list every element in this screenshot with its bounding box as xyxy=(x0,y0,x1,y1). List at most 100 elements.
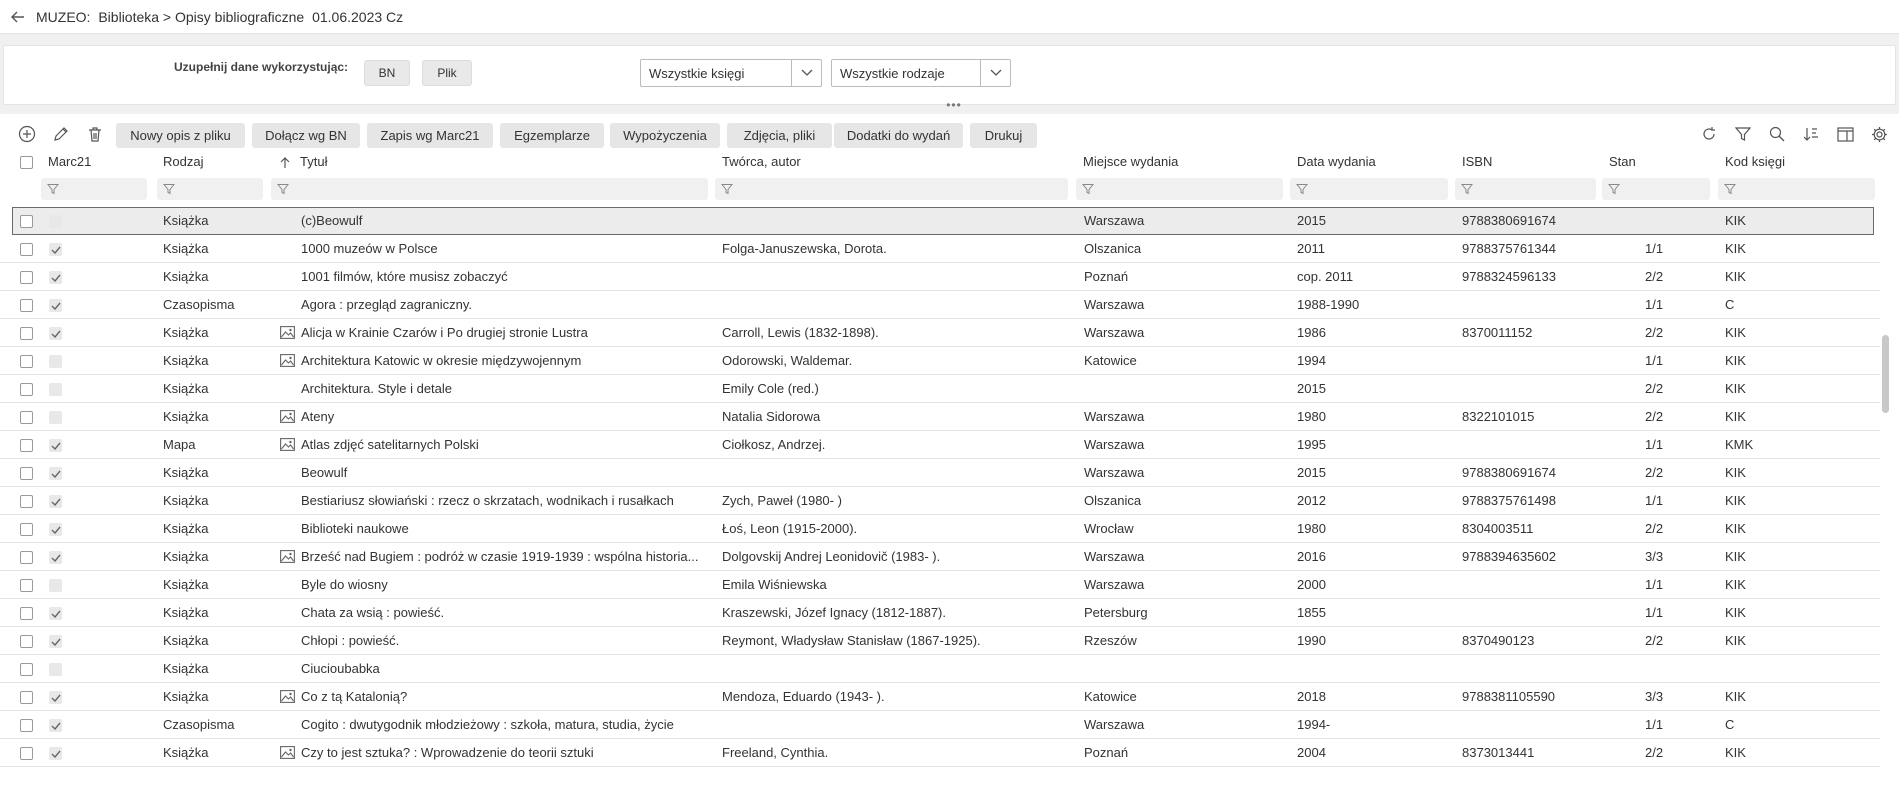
row-checkbox[interactable] xyxy=(20,243,33,256)
marc21-checkmark-icon xyxy=(49,635,62,648)
filter-marc21[interactable] xyxy=(41,178,147,200)
row-checkbox[interactable] xyxy=(20,355,33,368)
row-checkbox[interactable] xyxy=(20,215,33,228)
row-checkbox[interactable] xyxy=(20,579,33,592)
row-checkbox[interactable] xyxy=(20,747,33,760)
row-checkbox[interactable] xyxy=(20,691,33,704)
cell-rodzaj: Książka xyxy=(163,409,209,424)
table-row[interactable]: Książka (c)Beowulf Warszawa 2015 97883806916… xyxy=(12,207,1874,235)
table-row[interactable]: Książka Czy to jest sztuka? : Wprowadzeni… xyxy=(0,739,1880,767)
table-row[interactable]: Książka Alicja w Krainie Czarów i Po drug… xyxy=(0,319,1880,347)
cell-kod: KIK xyxy=(1725,521,1746,536)
row-checkbox[interactable] xyxy=(20,327,33,340)
table-row[interactable]: Czasopisma Cogito : dwutygodnik młodzieżo… xyxy=(0,711,1880,739)
row-checkbox[interactable] xyxy=(20,467,33,480)
refresh-icon[interactable] xyxy=(1698,123,1720,145)
photos-files-button[interactable]: Zdjęcia, pliki xyxy=(727,123,832,148)
cell-data: 1986 xyxy=(1297,325,1326,340)
cell-rodzaj: Książka xyxy=(163,213,209,228)
filter-rodzaj[interactable] xyxy=(157,178,263,200)
table-row[interactable]: Książka 1000 muzeów w Polsce Folga-Janusze… xyxy=(0,235,1880,263)
sort-icon[interactable] xyxy=(1800,123,1822,145)
filter-tytul[interactable] xyxy=(271,178,708,200)
table-row[interactable]: Książka Biblioteki naukowe Łoś, Leon (1915… xyxy=(0,515,1880,543)
cell-stan: 2/2 xyxy=(1645,409,1664,424)
filter-tworca[interactable] xyxy=(715,178,1068,200)
col-header-data[interactable]: Data wydania xyxy=(1297,150,1376,174)
books-select[interactable]: Wszystkie księgi xyxy=(640,59,822,87)
filter-isbn[interactable] xyxy=(1455,178,1596,200)
table-row[interactable]: Książka Chata za wsią : powieść. Kraszewsk… xyxy=(0,599,1880,627)
row-checkbox[interactable] xyxy=(20,383,33,396)
col-header-isbn[interactable]: ISBN xyxy=(1462,150,1492,174)
marc21-checkmark-icon xyxy=(49,271,62,284)
breadcrumb-path[interactable]: Biblioteka > Opisy bibliograficzne xyxy=(98,9,304,25)
vertical-scrollbar[interactable] xyxy=(1882,335,1889,413)
table-row[interactable]: Książka 1001 filmów, które musisz zobaczy… xyxy=(0,263,1880,291)
col-header-tworca[interactable]: Twórca, autor xyxy=(722,150,801,174)
cell-isbn xyxy=(1462,599,1602,627)
table-row[interactable]: Książka Ateny Natalia Sidorowa Warszawa 1980… xyxy=(0,403,1880,431)
table-row[interactable]: Książka Co z tą Katalonią? Mendoza, Eduard… xyxy=(0,683,1880,711)
resize-handle[interactable]: ••• xyxy=(944,99,964,111)
print-button[interactable]: Drukuj xyxy=(970,123,1037,148)
col-header-kod[interactable]: Kod księgi xyxy=(1725,150,1785,174)
attach-bn-button[interactable]: Dołącz wg BN xyxy=(252,123,360,148)
col-header-tytul[interactable]: Tytuł xyxy=(300,150,327,174)
filter-data[interactable] xyxy=(1290,178,1448,200)
edition-addons-button[interactable]: Dodatki do wydań xyxy=(834,123,963,148)
table-row[interactable]: Książka Chłopi : powieść. Reymont, Władysł… xyxy=(0,627,1880,655)
table-row[interactable]: Książka Beowulf Warszawa 2015 9788380691674 2… xyxy=(0,459,1880,487)
row-checkbox[interactable] xyxy=(20,495,33,508)
new-from-file-button[interactable]: Nowy opis z pliku xyxy=(116,123,245,148)
table-row[interactable]: Książka Byle do wiosny Emila Wiśniewska War… xyxy=(0,571,1880,599)
filter-kod[interactable] xyxy=(1718,178,1875,200)
table-row[interactable]: Książka Ciucioubabka xyxy=(0,655,1880,683)
row-checkbox[interactable] xyxy=(20,411,33,424)
col-header-miejsce[interactable]: Miejsce wydania xyxy=(1083,150,1178,174)
row-checkbox[interactable] xyxy=(20,663,33,676)
cell-stan: 2/2 xyxy=(1645,325,1664,340)
row-checkbox[interactable] xyxy=(20,719,33,732)
cell-miejsce: Katowice xyxy=(1084,689,1137,704)
save-marc21-button[interactable]: Zapis wg Marc21 xyxy=(367,123,493,148)
col-header-marc21[interactable]: Marc21 xyxy=(48,150,91,174)
sort-arrow-up-icon[interactable] xyxy=(280,150,290,174)
table-row[interactable]: Książka Architektura. Style i detale Emily… xyxy=(0,375,1880,403)
filter-icon[interactable] xyxy=(1732,123,1754,145)
search-icon[interactable] xyxy=(1766,123,1788,145)
cell-stan: 1/1 xyxy=(1645,353,1664,368)
trash-icon[interactable] xyxy=(84,123,106,145)
gear-icon[interactable] xyxy=(1868,123,1890,145)
row-checkbox[interactable] xyxy=(20,607,33,620)
row-checkbox[interactable] xyxy=(20,439,33,452)
bn-button[interactable]: BN xyxy=(364,60,410,86)
table-row[interactable]: Książka Architektura Katowic w okresie mi… xyxy=(0,347,1880,375)
row-checkbox[interactable] xyxy=(20,635,33,648)
copies-button[interactable]: Egzemplarze xyxy=(500,123,604,148)
filter-icon xyxy=(1296,184,1308,195)
loans-button[interactable]: Wypożyczenia xyxy=(610,123,720,148)
col-header-stan[interactable]: Stan xyxy=(1609,150,1636,174)
table-row[interactable]: Mapa Atlas zdjęć satelitarnych Polski Cioł… xyxy=(0,431,1880,459)
select-all-checkbox[interactable] xyxy=(20,156,33,169)
edit-pencil-icon[interactable] xyxy=(50,123,72,145)
cell-rodzaj: Książka xyxy=(163,521,209,536)
table-row[interactable]: Czasopisma Agora : przegląd zagraniczny. W… xyxy=(0,291,1880,319)
row-checkbox[interactable] xyxy=(20,551,33,564)
table-row[interactable]: Książka Bestiariusz słowiański : rzecz o … xyxy=(0,487,1880,515)
columns-panel-icon[interactable] xyxy=(1834,123,1856,145)
types-select-value: Wszystkie rodzaje xyxy=(840,65,945,81)
row-checkbox[interactable] xyxy=(20,299,33,312)
col-header-rodzaj[interactable]: Rodzaj xyxy=(163,150,203,174)
cell-tytul: Cogito : dwutygodnik młodzieżowy : szkoł… xyxy=(301,717,674,732)
row-checkbox[interactable] xyxy=(20,523,33,536)
table-row[interactable]: Książka Brześć nad Bugiem : podróż w czas… xyxy=(0,543,1880,571)
filter-stan[interactable] xyxy=(1602,178,1710,200)
add-icon[interactable] xyxy=(16,123,38,145)
row-checkbox[interactable] xyxy=(20,271,33,284)
back-arrow-icon[interactable] xyxy=(8,7,28,27)
plik-button[interactable]: Plik xyxy=(422,60,472,86)
filter-miejsce[interactable] xyxy=(1076,178,1283,200)
types-select[interactable]: Wszystkie rodzaje xyxy=(831,59,1011,87)
